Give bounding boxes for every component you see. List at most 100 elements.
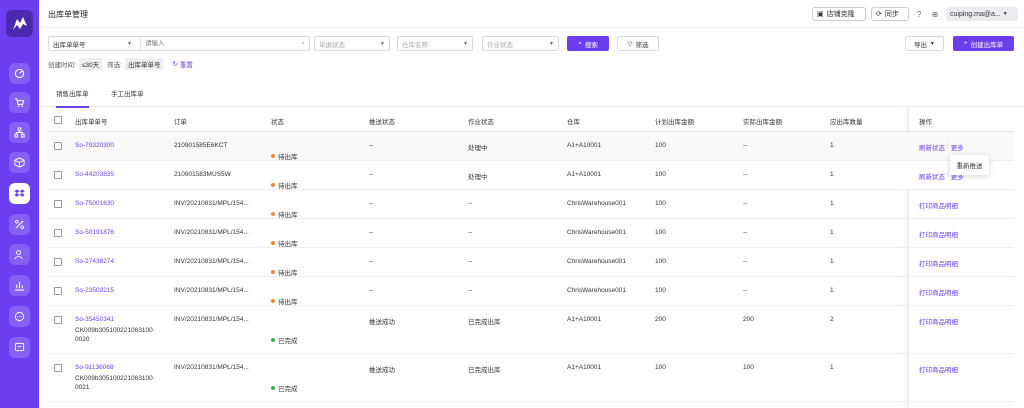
active-filters: 创建时间: ≤30天 筛选: 出库单单号 ↻ 重置 [48,57,193,70]
actions-cell: 打印商品明细 [919,364,958,408]
nav-dashboard-icon[interactable] [9,63,30,84]
top-bar: 出库单管理 ▣ 店铺克隆 ⟳ 同步 ? ⊕ cuiping.ma@a... ▼ [39,0,1024,28]
sync-icon: ⟳ [876,11,882,18]
filter-button-label: 筛选 [635,41,649,49]
app-logo[interactable] [6,10,33,37]
warehouse: A1+A10001 [567,364,602,371]
row-action-link[interactable]: 刷新状态 [919,142,945,152]
search-combo: 出库单单号 ▼ ⌕ [48,36,310,51]
row-action-link[interactable]: 打印商品明细 [919,364,958,374]
status-select-label: 单据状态 [319,41,345,49]
row-checkbox[interactable] [54,142,62,150]
status-text: 待出库 [278,270,298,277]
work-status-select-label: 作业状态 [487,41,513,49]
table-row: So-35450341 CK009b305100221083100 0020 I… [47,306,1014,354]
export-button-label: 导出 [914,41,928,49]
row-checkbox[interactable] [54,364,62,372]
reset-label: 重置 [179,61,193,69]
nav-org-icon[interactable] [9,122,30,143]
table-row: So-23503215 INV/20210831/MPL/154... 待出库 … [47,277,1014,306]
work-status-select[interactable]: 作业状态 ▼ [482,36,559,51]
create-outbound-button[interactable]: + 创建出库单 [953,36,1014,51]
created-time-label: 创建时间: [48,61,76,69]
outbound-no-link[interactable]: So-23503215 [75,287,114,294]
nav-message-icon[interactable] [9,337,30,358]
search-button[interactable]: ⌕ 搜索 [567,36,609,51]
status-cell: 已完成 [271,364,298,408]
actual-amount: 100 [743,364,754,371]
store-icon: ▣ [817,11,824,18]
row-action-link[interactable]: 打印商品明细 [919,287,958,297]
status-text: 待出库 [278,154,298,161]
row-checkbox[interactable] [54,229,62,237]
search-input[interactable] [141,40,302,47]
outbound-no-link[interactable]: So-35450341 [75,316,114,323]
status-text: 待出库 [278,212,298,219]
tab-bar: 销售出库单 手工出库单 [39,82,1024,108]
table-header: 出库单单号 订单 状态 推送状态 作业状态 仓库 计划出库金额 实际出库金额 应… [47,107,1014,132]
create-button-label: 创建出库单 [970,41,1004,49]
chevron-down-icon: ▼ [1002,11,1008,17]
status-dot [271,385,275,390]
quantity: 1 [830,364,834,371]
outbound-no-link[interactable]: So-79320300 [75,142,114,149]
nav-percent-icon[interactable] [9,214,30,235]
field-select-value: 出库单单号 [53,41,86,49]
nav-chart-icon[interactable] [9,275,30,296]
tab-manual-outbound[interactable]: 手工出库单 [111,88,144,98]
status-select[interactable]: 单据状态 ▼ [314,36,390,51]
tab-sales-outbound[interactable]: 销售出库单 [56,88,89,108]
row-checkbox[interactable] [54,287,62,295]
field-select[interactable]: 出库单单号 ▼ [49,37,141,50]
globe-icon[interactable]: ⊕ [930,9,940,19]
created-time-chip[interactable]: ≤30天 [78,57,103,70]
export-button[interactable]: 导出 ▼ [905,36,944,51]
row-action-link[interactable]: 打印商品明细 [919,258,958,268]
outbound-table: 出库单单号 订单 状态 推送状态 作业状态 仓库 计划出库金额 实际出库金额 应… [47,107,1014,408]
chevron-down-icon: ▼ [549,40,554,47]
store-clone-button[interactable]: ▣ 店铺克隆 [812,7,866,21]
outbound-no-link[interactable]: So-75001630 [75,200,114,207]
nav-dropbox-icon[interactable] [9,183,30,204]
action-divider: | [947,171,949,178]
outbound-no-link[interactable]: So-27438274 [75,258,114,265]
help-icon[interactable]: ? [914,9,924,19]
more-link[interactable]: 更多 [951,142,964,152]
chevron-down-icon: ▼ [380,40,385,47]
sync-label: 同步 [884,11,899,18]
reset-button[interactable]: ↻ 重置 [172,59,192,69]
repush-menu-item[interactable]: 重新推送 [957,160,983,170]
outbound-no-link[interactable]: So-50191876 [75,229,114,236]
row-checkbox[interactable] [54,171,62,179]
outbound-no-link[interactable]: So-44203835 [75,171,114,178]
row-checkbox[interactable] [54,316,62,324]
row-action-link[interactable]: 刷新状态 [919,171,945,181]
outbound-no-link[interactable]: So-91136068 [75,364,114,371]
nav-box-icon[interactable] [9,152,30,173]
user-menu[interactable]: cuiping.ma@a... ▼ [946,7,1018,21]
row-action-link[interactable]: 打印商品明细 [919,200,958,210]
reset-icon: ↻ [172,60,178,68]
row-action-link[interactable]: 打印商品明细 [919,316,958,326]
page-title: 出库单管理 [48,10,88,19]
sync-button[interactable]: ⟳ 同步 [871,7,909,21]
user-name: cuiping.ma@a... [950,10,1001,18]
nav-cart-icon[interactable] [9,92,30,113]
status-dot [271,212,275,216]
row-action-link[interactable]: 打印商品明细 [919,229,958,239]
select-all-checkbox[interactable] [54,116,62,124]
status-text: 已完成 [278,385,298,393]
row-checkbox[interactable] [54,258,62,266]
row-checkbox[interactable] [54,200,62,208]
warehouse-select[interactable]: 仓库名称 ▼ [397,36,473,51]
table-row: So-79320300 210901585E6KCT 待出库 -- 处理中 A1… [47,132,1014,161]
warehouse-select-label: 仓库名称 [402,41,428,49]
filter-chip[interactable]: 出库单单号 [124,57,164,70]
search-icon[interactable]: ⌕ [301,40,309,48]
filter-button[interactable]: ▽ 筛选 [617,36,659,51]
nav-chat-icon[interactable] [9,306,30,327]
nav-users-icon[interactable] [9,244,30,265]
table-row: So-44203835 210901583MUS5W 待出库 -- 处理中 A1… [47,161,1014,190]
work-status: 已完成出库 [468,367,501,374]
phoenix-logo-icon [12,16,27,30]
